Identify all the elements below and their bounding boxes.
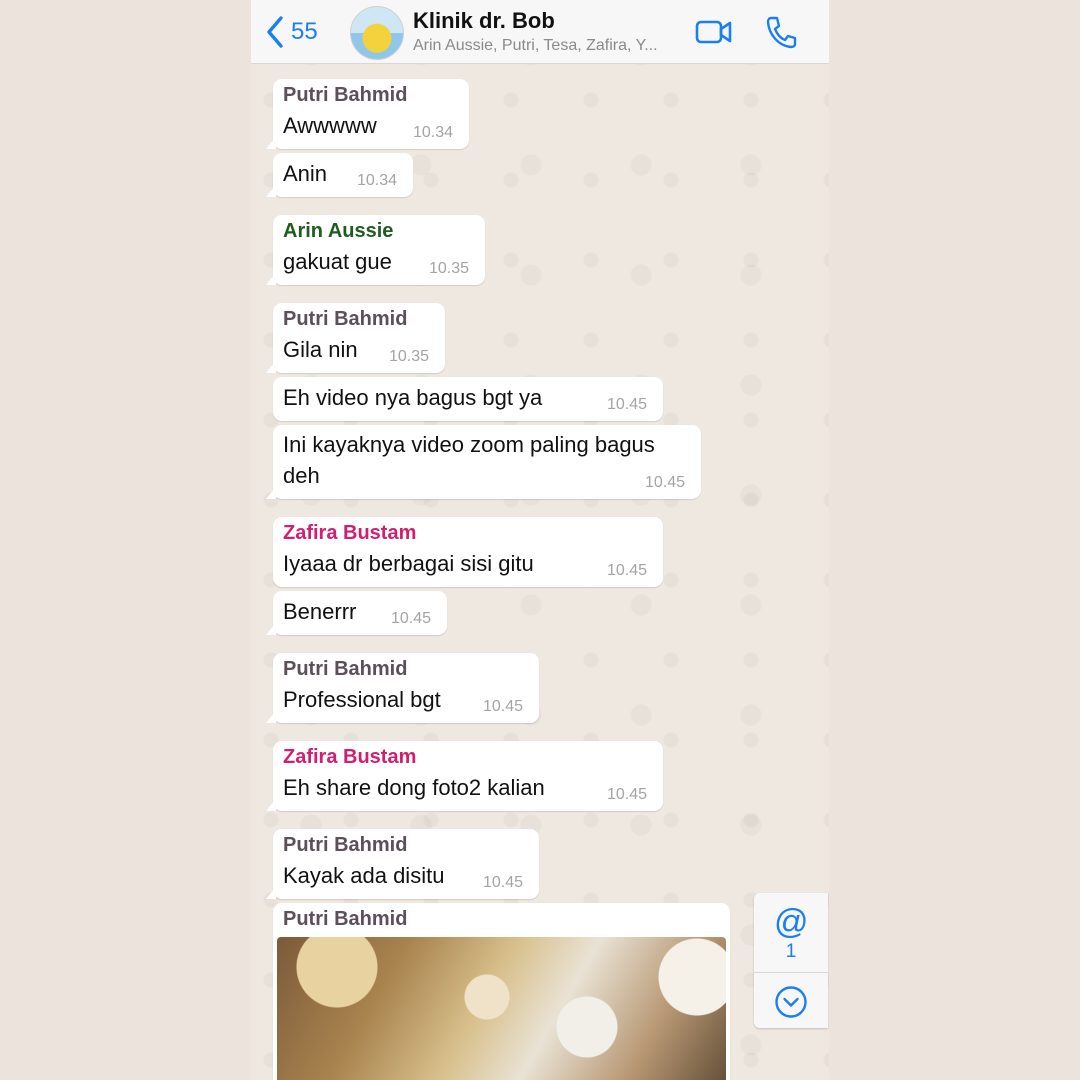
chat-members[interactable]: Arin Aussie, Putri, Tesa, Zafira, Y...: [413, 37, 693, 55]
message-bubble[interactable]: Putri Bahmid Professional bgt 10.45: [266, 653, 539, 723]
message-time: 10.45: [483, 698, 524, 715]
message-text: Anin: [283, 161, 328, 186]
group-avatar[interactable]: [350, 6, 404, 60]
message-text: Iyaaa dr berbagai sisi gitu: [283, 551, 534, 576]
video-call-icon[interactable]: [695, 14, 733, 50]
message-sender: Putri Bahmid: [283, 834, 408, 856]
mention-count: 1: [785, 941, 797, 962]
message-bubble[interactable]: Eh video nya bagus bgt ya 10.45: [273, 377, 663, 421]
message-text: Eh video nya bagus bgt ya: [283, 385, 543, 410]
message-bubble[interactable]: Anin 10.34: [266, 153, 413, 197]
message-sender: Putri Bahmid: [283, 308, 408, 330]
message-bubble[interactable]: Zafira Bustam Iyaaa dr berbagai sisi git…: [273, 517, 663, 587]
photo-message-bubble[interactable]: Putri Bahmid: [273, 903, 730, 1080]
message-time: 10.34: [357, 172, 398, 189]
unread-count: 55: [291, 18, 318, 45]
message-sender: Zafira Bustam: [283, 522, 417, 544]
message-time: 10.45: [607, 786, 648, 803]
message-sender: Putri Bahmid: [283, 84, 408, 106]
chevron-left-icon: [267, 16, 283, 48]
shared-photo[interactable]: [277, 937, 726, 1080]
message-time: 10.45: [483, 874, 524, 891]
message-text: Kayak ada disitu: [283, 863, 445, 888]
message-text-line-2: deh: [283, 463, 320, 488]
message-bubble[interactable]: Putri Bahmid Kayak ada disitu 10.45: [266, 829, 539, 899]
message-time: 10.45: [391, 610, 432, 627]
message-bubble[interactable]: Putri Bahmid Awwwww 10.34: [266, 79, 469, 149]
message-bubble[interactable]: Zafira Bustam Eh share dong foto2 kalian…: [266, 741, 663, 811]
message-sender: Arin Aussie: [283, 220, 394, 242]
message-time: 10.45: [607, 396, 648, 413]
message-text: gakuat gue: [283, 249, 392, 274]
message-sender: Putri Bahmid: [283, 658, 408, 680]
message-text: Ini kayaknya video zoom paling bagus: [283, 432, 655, 457]
message-time: 10.35: [429, 260, 470, 277]
message-text: Gila nin: [283, 337, 358, 362]
chat-header: 55 Klinik dr. Bob Arin Aussie, Putri, Te…: [251, 0, 829, 64]
phone-call-icon[interactable]: [765, 14, 797, 50]
message-bubble[interactable]: Benerrr 10.45: [266, 591, 447, 635]
back-button[interactable]: 55: [265, 14, 318, 50]
message-text: Awwwww: [283, 113, 377, 138]
scroll-controls: @ 1: [754, 893, 828, 1028]
divider: [754, 972, 828, 973]
message-bubble[interactable]: Ini kayaknya video zoom paling bagus deh…: [266, 425, 701, 499]
message-text: Eh share dong foto2 kalian: [283, 775, 545, 800]
message-time: 10.45: [607, 562, 648, 579]
scroll-down-icon[interactable]: [774, 985, 808, 1019]
message-time: 10.45: [645, 474, 686, 491]
message-time: 10.35: [389, 348, 430, 365]
message-time: 10.34: [413, 124, 454, 141]
message-text: Benerrr: [283, 599, 357, 624]
mention-icon[interactable]: @: [774, 903, 809, 942]
chat-title[interactable]: Klinik dr. Bob: [413, 8, 555, 34]
message-bubble[interactable]: Putri Bahmid Gila nin 10.35: [266, 303, 445, 373]
message-sender: Zafira Bustam: [283, 746, 417, 768]
message-text: Professional bgt: [283, 687, 441, 712]
chat-screen: 55 Klinik dr. Bob Arin Aussie, Putri, Te…: [251, 0, 829, 1080]
message-bubble[interactable]: Arin Aussie gakuat gue 10.35: [266, 215, 485, 285]
message-sender: Putri Bahmid: [283, 908, 408, 930]
